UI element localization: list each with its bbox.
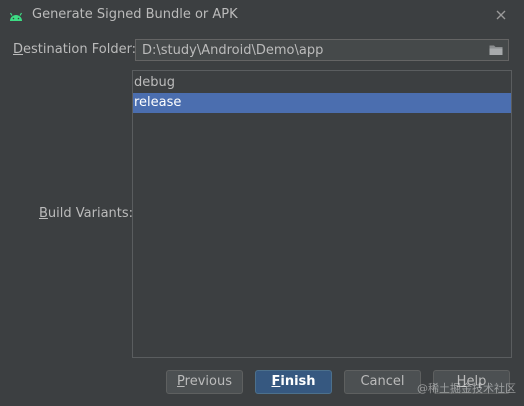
- build-variants-label-mnemonic: B: [39, 206, 48, 221]
- destination-label-mnemonic: D: [13, 42, 24, 57]
- finish-label: inish: [280, 374, 316, 389]
- variant-item-debug[interactable]: debug: [133, 73, 511, 93]
- build-variants-label: Build Variants:: [39, 206, 133, 221]
- generate-signed-apk-dialog: Generate Signed Bundle or APK Destinatio…: [0, 0, 524, 406]
- cancel-button[interactable]: Cancel: [344, 370, 421, 394]
- destination-folder-field[interactable]: D:\study\Android\Demo\app: [135, 39, 509, 61]
- destination-label-text: estination Folder:: [23, 42, 137, 57]
- build-variants-list[interactable]: debug release: [132, 70, 512, 358]
- variant-item-release[interactable]: release: [133, 93, 511, 113]
- build-variants-label-text: uild Variants:: [47, 206, 134, 221]
- finish-button[interactable]: Finish: [255, 370, 332, 394]
- folder-icon[interactable]: [489, 44, 503, 56]
- title-bar: Generate Signed Bundle or APK: [0, 0, 524, 30]
- previous-mnemonic: P: [177, 374, 185, 389]
- destination-path-value[interactable]: D:\study\Android\Demo\app: [142, 43, 323, 58]
- destination-folder-label: Destination Folder:: [13, 42, 136, 57]
- close-icon[interactable]: [492, 6, 510, 24]
- previous-label: revious: [184, 374, 232, 389]
- previous-button[interactable]: Previous: [166, 370, 243, 394]
- dialog-title: Generate Signed Bundle or APK: [32, 7, 238, 22]
- watermark-text: @稀土掘金技术社区: [417, 382, 516, 395]
- android-icon: [9, 12, 23, 21]
